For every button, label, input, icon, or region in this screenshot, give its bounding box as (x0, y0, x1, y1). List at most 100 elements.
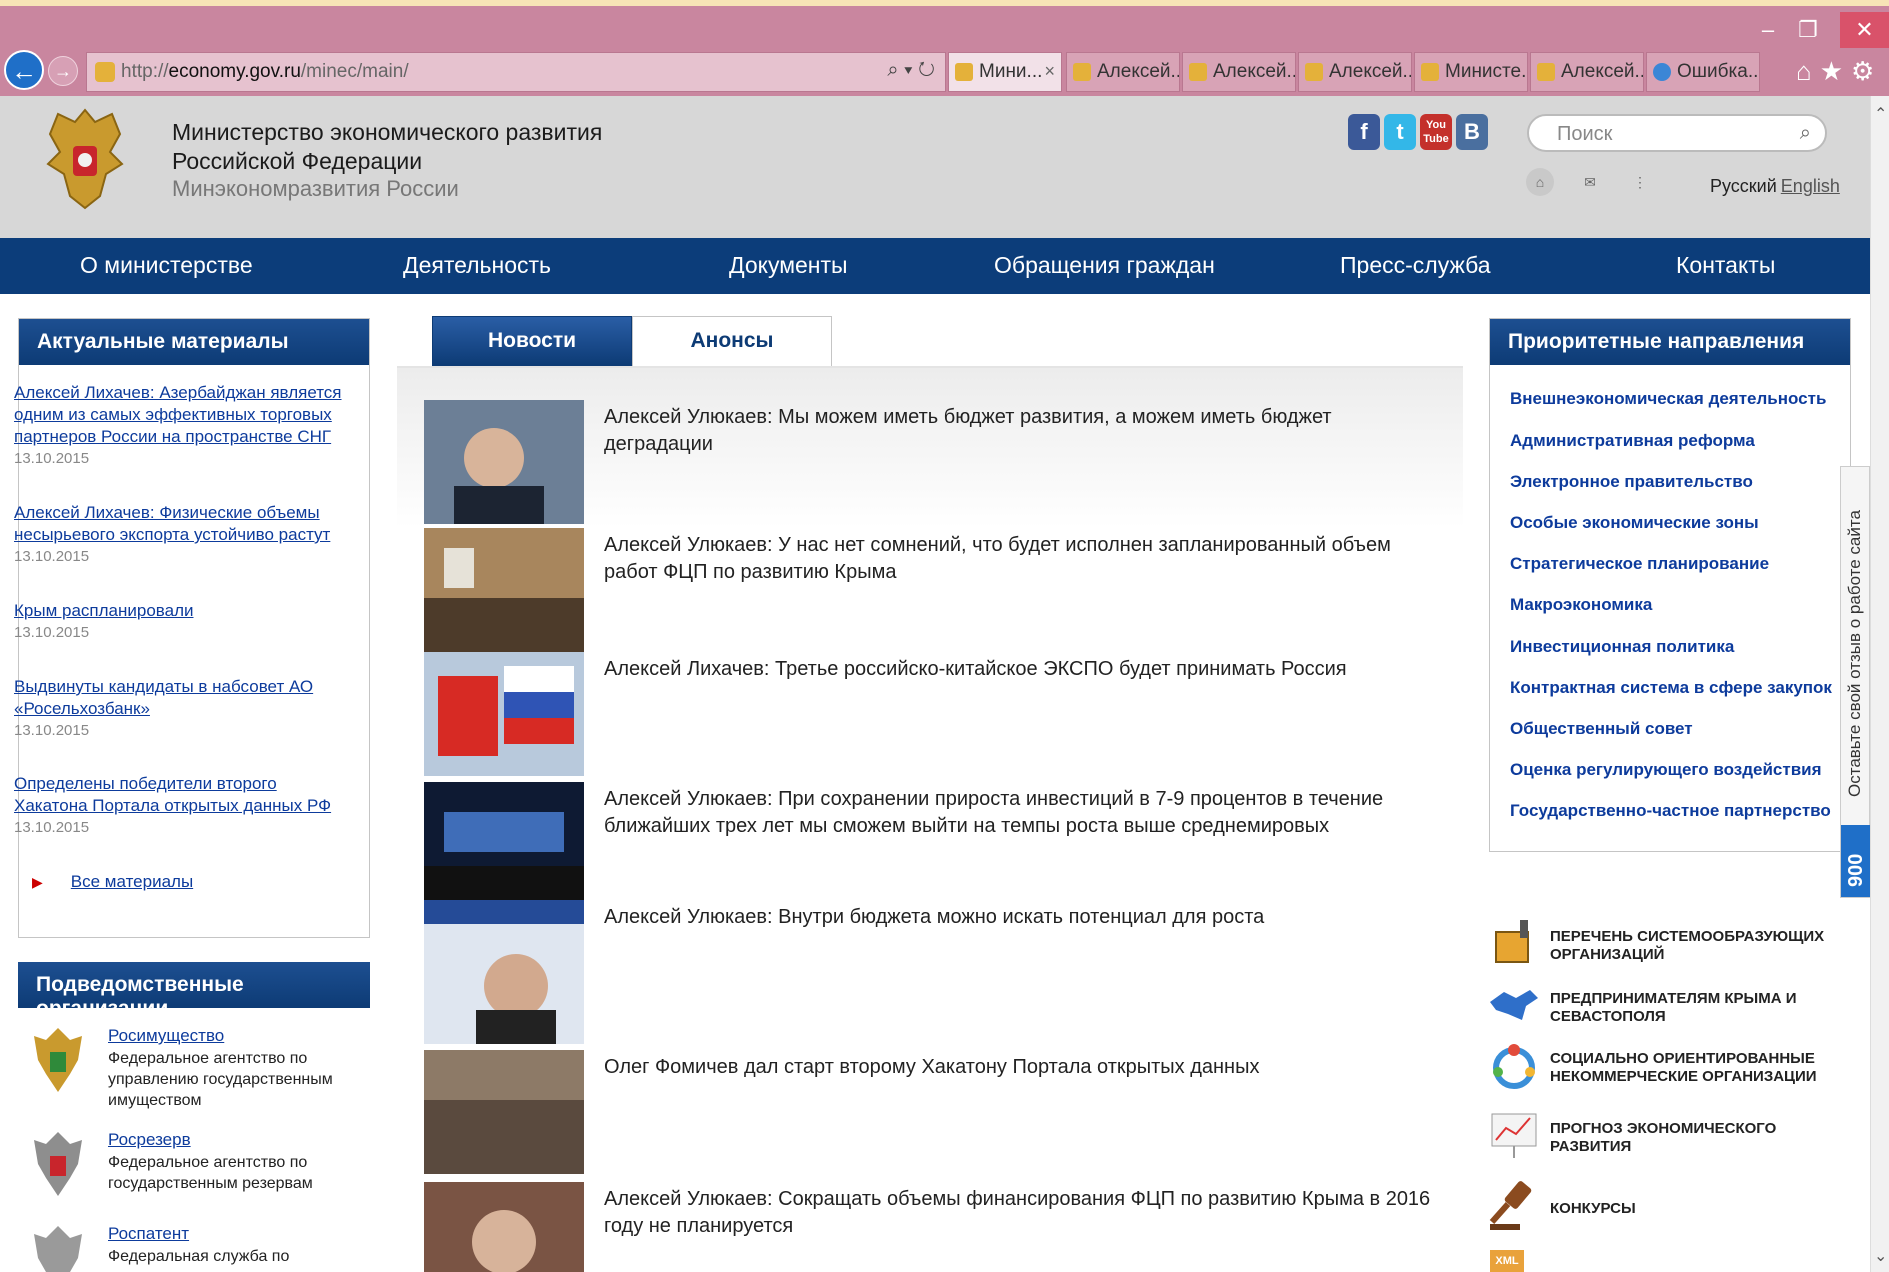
browser-tab[interactable]: Ошибка... (1646, 52, 1760, 92)
coat-of-arms-icon (46, 108, 124, 210)
browser-tab[interactable]: Алексей... (1182, 52, 1296, 92)
material-link[interactable]: Алексей Лихачев: Азербайджан является од… (14, 382, 354, 448)
news-title[interactable]: Алексей Улюкаев: Мы можем иметь бюджет р… (604, 404, 1444, 458)
news-title[interactable]: Олег Фомичев дал старт второму Хакатону … (604, 1054, 1444, 1081)
material-date: 13.10.2015 (14, 450, 90, 467)
menu-item-contacts[interactable]: Контакты (1676, 252, 1775, 279)
org-description: Федеральная служба по (108, 1248, 290, 1265)
priority-link[interactable]: Административная реформа (1510, 431, 1755, 451)
promo-link[interactable]: ПРЕДПРИНИМАТЕЛЯМ КРЫМА И СЕВАСТОПОЛЯ (1486, 976, 1866, 1036)
priority-link[interactable]: Общественный совет (1510, 719, 1693, 739)
browser-titlebar: – ❐ ✕ (0, 6, 1889, 48)
material-link[interactable]: Крым распланировали (14, 600, 354, 622)
search-placeholder: Поиск (1557, 123, 1613, 145)
tab-favicon-icon (1537, 63, 1555, 81)
menu-item-ministry[interactable]: О министерстве (80, 252, 253, 279)
org-name-link[interactable]: Росимущество (108, 1026, 224, 1046)
minimize-icon[interactable]: – (1748, 12, 1788, 48)
promo-link[interactable]: СОЦИАЛЬНО ОРИЕНТИРОВАННЫЕ НЕКОММЕРЧЕСКИЕ… (1486, 1036, 1866, 1096)
news-title[interactable]: Алексей Улюкаев: Сокращать объемы финанс… (604, 1186, 1444, 1240)
scroll-down-icon[interactable]: ⌄ (1874, 1246, 1887, 1266)
tab-favicon-icon (1189, 63, 1207, 81)
scroll-up-icon[interactable]: ⌃ (1874, 104, 1887, 124)
priority-link[interactable]: Внешнеэкономическая деятельность (1510, 389, 1826, 409)
priority-link[interactable]: Государственно-частное партнерство (1510, 801, 1831, 821)
news-title[interactable]: Алексей Лихачев: Третье российско-китайс… (604, 656, 1444, 683)
org-name-link[interactable]: Роспатент (108, 1224, 189, 1244)
news-title[interactable]: Алексей Улюкаев: Внутри бюджета можно ис… (604, 904, 1444, 931)
news-photo (424, 652, 584, 776)
promo-link[interactable]: ПРОГНОЗ ЭКОНОМИЧЕСКОГО РАЗВИТИЯ (1486, 1106, 1866, 1166)
site-header: Министерство экономического развития Рос… (0, 96, 1870, 238)
priority-link[interactable]: Электронное правительство (1510, 472, 1753, 492)
favorites-star-icon[interactable]: ★ (1820, 56, 1851, 86)
news-photo (424, 400, 584, 524)
crimea-map-icon (1490, 990, 1538, 1020)
forward-arrow-icon[interactable]: → (48, 56, 78, 86)
priority-link[interactable]: Оценка регулирующего воздействия (1510, 760, 1822, 780)
browser-tab[interactable]: Министе... (1414, 52, 1528, 92)
material-date: 13.10.2015 (14, 548, 90, 565)
mail-icon[interactable]: ✉ (1576, 168, 1604, 196)
material-link[interactable]: Алексей Лихачев: Физические объемы несыр… (14, 502, 354, 546)
home-icon[interactable]: ⌂ (1526, 168, 1554, 196)
address-bar[interactable]: http://economy.gov.ru/minec/main/ ⌕ ▾ ↻ (86, 52, 946, 92)
settings-gear-icon[interactable]: ⚙ (1851, 56, 1882, 86)
priority-link[interactable]: Стратегическое планирование (1510, 554, 1769, 574)
material-date: 13.10.2015 (14, 722, 90, 739)
list-item: Крым распланировали 13.10.2015 (14, 600, 354, 641)
feedback-tab[interactable]: Оставьте свой отзыв о работе сайта 900 (1840, 466, 1871, 898)
material-link[interactable]: Выдвинуты кандидаты в набсовет АО «Росел… (14, 676, 354, 720)
site-title[interactable]: Министерство экономического развития Рос… (172, 118, 602, 176)
vkontakte-icon[interactable]: B (1456, 114, 1488, 150)
home-icon[interactable]: ⌂ (1796, 56, 1820, 86)
menu-item-activity[interactable]: Деятельность (403, 252, 551, 279)
site-favicon-icon (95, 62, 115, 82)
browser-toolbar-icons: ⌂★⚙ (1796, 56, 1882, 87)
lang-russian[interactable]: Русский (1710, 176, 1777, 196)
sitemap-icon[interactable]: ⋮ (1626, 168, 1654, 196)
browser-tab[interactable]: Алексей... (1066, 52, 1180, 92)
menu-item-appeals[interactable]: Обращения граждан (994, 252, 1215, 279)
youtube-icon[interactable]: You Tube (1420, 114, 1452, 150)
priorities-panel: Приоритетные направления Внешнеэкономиче… (1489, 318, 1851, 852)
search-input[interactable]: Поиск ⌕ (1527, 114, 1827, 152)
org-name-link[interactable]: Росрезерв (108, 1130, 191, 1150)
priority-link[interactable]: Инвестиционная политика (1510, 637, 1734, 657)
forecast-chart-icon (1491, 1113, 1537, 1158)
restore-icon[interactable]: ❐ (1788, 12, 1828, 48)
search-icon[interactable]: ⌕ (1800, 122, 1811, 145)
priority-link[interactable]: Особые экономические зоны (1510, 513, 1759, 533)
priorities-title: Приоритетные направления (1490, 319, 1850, 365)
browser-tab[interactable]: Алексей... (1530, 52, 1644, 92)
ie-icon (1653, 63, 1671, 81)
search-refresh-icon[interactable]: ⌕ ▾ ↻ (887, 59, 935, 82)
tab-close-icon[interactable]: × (1044, 61, 1055, 82)
material-date: 13.10.2015 (14, 819, 90, 836)
priority-link[interactable]: Контрактная система в сфере закупок (1510, 678, 1832, 698)
facebook-icon[interactable]: f (1348, 114, 1380, 150)
xml-icon[interactable]: XML (1490, 1250, 1524, 1272)
browser-tab[interactable]: Мини... × (948, 52, 1062, 92)
menu-item-press[interactable]: Пресс-служба (1340, 252, 1491, 279)
lang-english[interactable]: English (1781, 176, 1840, 196)
news-title[interactable]: Алексей Улюкаев: При сохранении прироста… (604, 786, 1444, 840)
tab-announcements[interactable]: Анонсы (632, 316, 832, 366)
menu-item-documents[interactable]: Документы (729, 252, 848, 279)
material-link[interactable]: Определены победители второго Хакатона П… (14, 773, 354, 817)
twitter-icon[interactable]: t (1384, 114, 1416, 150)
priority-link[interactable]: Макроэкономика (1510, 595, 1652, 615)
list-item: Определены победители второго Хакатона П… (14, 773, 354, 836)
back-arrow-icon[interactable]: ← (4, 50, 44, 90)
tab-news[interactable]: Новости (432, 316, 632, 366)
vertical-scrollbar[interactable]: ⌃ ⌄ (1870, 96, 1889, 1272)
promo-link[interactable]: КОНКУРСЫ (1486, 1176, 1866, 1236)
close-window-icon[interactable]: ✕ (1840, 12, 1889, 48)
tab-favicon-icon (955, 63, 973, 81)
all-materials-link[interactable]: ▶ Все материалы (32, 872, 193, 892)
promo-link[interactable]: ПЕРЕЧЕНЬ СИСТЕМООБРАЗУЮЩИХ ОРГАНИЗАЦИЙ (1486, 914, 1866, 974)
org-description: Федеральное агентство по государственным… (108, 1154, 313, 1192)
news-title[interactable]: Алексей Улюкаев: У нас нет сомнений, что… (604, 532, 1444, 586)
browser-tab[interactable]: Алексей... (1298, 52, 1412, 92)
gavel-icon (1489, 1181, 1532, 1230)
